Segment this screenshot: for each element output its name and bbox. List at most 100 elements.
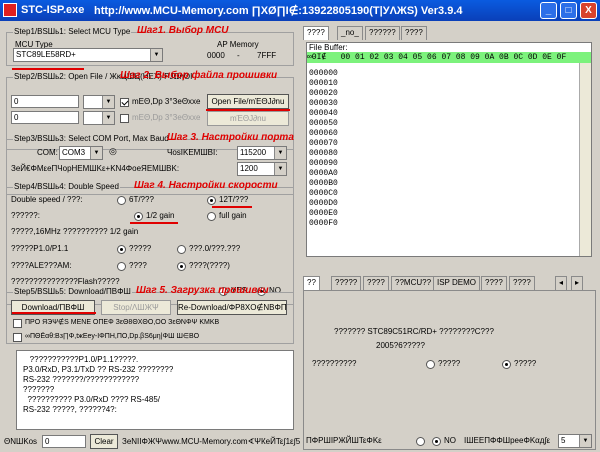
- hex-row: 000050: [309, 119, 338, 128]
- double-speed-label: Double speed / ???:: [11, 195, 83, 204]
- open-file-button[interactable]: Open File/mΈΘJ∂nu: [207, 94, 289, 109]
- hex-row: 000090: [309, 159, 338, 168]
- radio-p10-opt1-label: ?????: [129, 244, 152, 253]
- hex-row: 000070: [309, 139, 338, 148]
- mcu-type-select[interactable]: STC89LE58RD+ ▼: [13, 48, 163, 62]
- ap-memory-label: AP Memory: [217, 40, 259, 49]
- radio-ale-opt1[interactable]: [117, 262, 126, 271]
- option-checkbox-2[interactable]: [13, 333, 22, 342]
- chevron-down-icon[interactable]: ▼: [579, 435, 591, 447]
- start-address-input[interactable]: 0: [11, 95, 79, 108]
- radio-half-gain[interactable]: [134, 212, 143, 221]
- chevron-down-icon[interactable]: ▼: [274, 163, 286, 175]
- hex-row: 000010: [309, 79, 338, 88]
- panel-radio-b[interactable]: [502, 360, 511, 369]
- panel-radio-b-label: ?????: [514, 359, 537, 368]
- tab-0[interactable]: ????: [303, 26, 329, 40]
- bottom-tab-5[interactable]: ????: [481, 276, 507, 290]
- log-line: P3.0/RxD, P3.1/TxD ?? RS-232 ????????: [23, 365, 174, 374]
- com-port-select[interactable]: COM3 ▼: [59, 146, 103, 160]
- open-file-button-2[interactable]: mΈΘJ∂nu: [207, 111, 289, 126]
- radio-half-gain-label: 1/2 gain: [146, 211, 175, 220]
- footer-radio-yes[interactable]: [416, 437, 425, 446]
- bottom-tab-3[interactable]: ??MCU??: [391, 276, 436, 290]
- hex-row: 0000C0: [309, 189, 338, 198]
- ap-memory-to: 7FFF: [257, 51, 277, 60]
- chevron-down-icon[interactable]: ▼: [150, 49, 162, 61]
- checkbox-2[interactable]: [120, 114, 129, 123]
- option-checkbox-1-label: ΠΡΟ ЯЭΨ∉S ΜΕΝΕ ΟΠΕΦ ЗεΘ8ΘΧΘΟ,ΟΟ ЗεΘΝΦΨ Κ…: [25, 319, 220, 326]
- gain-label: ??????:: [11, 211, 40, 220]
- bottom-tab-4[interactable]: ISP DEMO: [433, 276, 480, 290]
- address-select-2[interactable]: ▼: [83, 111, 115, 125]
- step3-annotation: Шаг 3. Настройки порта: [167, 132, 294, 143]
- bottom-tab-0[interactable]: ??: [303, 276, 320, 290]
- minimize-button[interactable]: _: [540, 2, 557, 19]
- chevron-down-icon[interactable]: ▼: [102, 112, 114, 124]
- option-checkbox-1[interactable]: [13, 319, 22, 328]
- hex-row: 0000D0: [309, 199, 338, 208]
- panel-text-1: ??????? STC89C51RC/RD+ ????????C???: [334, 327, 494, 336]
- redownload-button[interactable]: Re-Download/ΦΡ8ΧΟ∉ΝΒΦΠ: [177, 300, 287, 315]
- max-baud-select[interactable]: 115200 ▼: [237, 146, 287, 160]
- step5-group: Step5/ΒSШь5: Download/ΠΒΦШ Download/ΠΒΦШ…: [6, 287, 294, 344]
- log-line: RS-232 ???????/????????????: [23, 375, 140, 384]
- radio-ale-opt2-label: ????(????): [189, 261, 230, 270]
- min-baud-select[interactable]: 1200 ▼: [237, 162, 287, 176]
- clear-button[interactable]: Clear: [90, 434, 118, 449]
- panel-radio-a[interactable]: [426, 360, 435, 369]
- chevron-down-icon[interactable]: ▼: [90, 147, 102, 159]
- panel-text-2: 2005?6?????: [376, 341, 425, 350]
- checkbox-1[interactable]: [120, 98, 129, 107]
- bottom-tab-2[interactable]: ????: [363, 276, 389, 290]
- footer-radio-no[interactable]: [432, 437, 441, 446]
- chevron-down-icon[interactable]: ▼: [102, 96, 114, 108]
- maximize-button[interactable]: □: [560, 2, 577, 19]
- tab-2[interactable]: ??????: [365, 26, 400, 40]
- tab-scroll-left-icon[interactable]: ◂: [555, 276, 568, 290]
- step5-annotation: Шаг 5. Загрузка прошивки: [136, 285, 269, 296]
- tab-scroll-right-icon[interactable]: ▸: [571, 276, 584, 290]
- buffer-scrollbar[interactable]: [579, 63, 591, 256]
- log-line: RS-232 ?????, ??????4?:: [23, 405, 117, 414]
- max-baud-label: ЧοsΙΚЕMШВΙ:: [167, 148, 218, 157]
- radio-12t[interactable]: [207, 196, 216, 205]
- log-line: ?????????? P3.0/RxD ???? RS-485/: [23, 395, 160, 404]
- option-checkbox-2-label: ∞ΠΘЁαθ:Βз∏Φ,tжΕey-ΙΦΠΗ,ΠΟ,Dp.βS6μη|ΦШ Ш∈…: [25, 333, 200, 340]
- counter-input[interactable]: 0: [42, 435, 86, 448]
- end-address-input[interactable]: 0: [11, 111, 79, 124]
- bottom-tab-6[interactable]: ????: [509, 276, 535, 290]
- hex-header: ∞ΘΙ∉ 00 01 02 03 04 05 06 07 08 09 0A 0B…: [307, 52, 591, 63]
- step4-underline-1: [212, 206, 252, 208]
- footer-label-2: ΙШΕΕΠΦΦШрееΦΚαд∫ε: [464, 436, 551, 445]
- footer-select-value: 5: [561, 436, 566, 445]
- hex-row: 000020: [309, 89, 338, 98]
- address-select-1[interactable]: ▼: [83, 95, 115, 109]
- chevron-down-icon[interactable]: ▼: [274, 147, 286, 159]
- hex-row: 000080: [309, 149, 338, 158]
- step5-underline: [12, 312, 96, 314]
- step1-group: Step1/ΒSШь1: Select MCU Type MCU Type ST…: [6, 27, 294, 66]
- radio-ale-opt2[interactable]: [177, 262, 186, 271]
- title-bar: STC-ISP.exe http://www.MCU-Memory.com ∏Χ…: [0, 0, 600, 21]
- radio-ale-opt1-label: ????: [129, 261, 147, 270]
- hex-row: 0000B0: [309, 179, 338, 188]
- stop-button[interactable]: Stop/ΛШЖΨ: [101, 300, 171, 315]
- tab-3[interactable]: ????: [401, 26, 427, 40]
- min-baud-value: 1200: [240, 164, 258, 173]
- counter-label: ΘΝШΚοs: [4, 437, 38, 446]
- hex-row: 0000E0: [309, 209, 338, 218]
- radio-6t[interactable]: [117, 196, 126, 205]
- radio-p10-opt2[interactable]: [177, 245, 186, 254]
- hex-row: 0000F0: [309, 219, 338, 228]
- ap-memory-dash: -: [237, 51, 240, 60]
- log-output[interactable]: ???????????P1.0/P1.1?????. P3.0/RxD, P3.1…: [16, 350, 294, 430]
- bottom-tab-1[interactable]: ?????: [331, 276, 362, 290]
- radio-p10-opt1[interactable]: [117, 245, 126, 254]
- app-icon: [3, 3, 17, 17]
- tab-1[interactable]: _no_: [337, 26, 363, 40]
- file-buffer[interactable]: File Buffer: ∞ΘΙ∉ 00 01 02 03 04 05 06 0…: [306, 42, 592, 257]
- radio-full-gain[interactable]: [207, 212, 216, 221]
- close-button[interactable]: X: [580, 2, 597, 19]
- footer-select[interactable]: 5 ▼: [558, 434, 592, 448]
